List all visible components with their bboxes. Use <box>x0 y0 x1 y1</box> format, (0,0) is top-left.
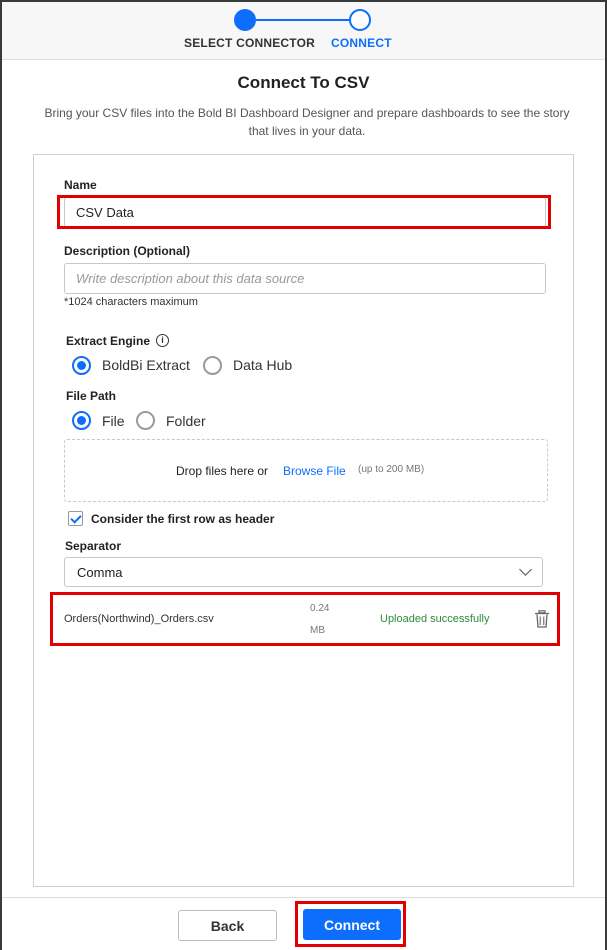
separator-dropdown[interactable]: Comma <box>64 557 543 587</box>
radio-folder-label[interactable]: Folder <box>166 413 206 429</box>
separator-label: Separator <box>65 539 122 553</box>
radio-boldbi-extract-label[interactable]: BoldBi Extract <box>102 357 190 373</box>
step-1-label[interactable]: SELECT CONNECTOR <box>184 36 315 50</box>
back-button[interactable]: Back <box>178 910 277 941</box>
highlight-name-field <box>57 195 551 229</box>
info-icon[interactable]: i <box>156 334 169 347</box>
radio-boldbi-extract[interactable] <box>72 356 91 375</box>
stepper: SELECT CONNECTOR CONNECT <box>2 2 605 60</box>
extract-engine-label: Extract Engine <box>66 334 151 348</box>
description-label: Description (Optional) <box>64 244 190 258</box>
page-title: Connect To CSV <box>237 73 370 92</box>
radio-data-hub[interactable] <box>203 356 222 375</box>
step-2-indicator <box>349 9 371 31</box>
radio-file[interactable] <box>72 411 91 430</box>
step-1-indicator <box>234 9 256 31</box>
highlight-connect-button <box>295 901 406 947</box>
connect-csv-dialog: SELECT CONNECTOR CONNECT Connect To CSV … <box>0 0 607 950</box>
page-subtitle: Bring your CSV files into the Bold BI Da… <box>44 106 570 138</box>
step-2-label: CONNECT <box>331 36 392 50</box>
radio-data-hub-label[interactable]: Data Hub <box>233 357 292 373</box>
step-connector-line <box>256 19 349 21</box>
first-row-header-checkbox[interactable] <box>68 511 83 526</box>
radio-file-label[interactable]: File <box>102 413 125 429</box>
description-hint: *1024 characters maximum <box>64 296 198 308</box>
name-label: Name <box>64 178 97 192</box>
radio-folder[interactable] <box>136 411 155 430</box>
file-path-label: File Path <box>66 389 117 403</box>
dropzone-size-limit: (up to 200 MB) <box>358 464 425 475</box>
first-row-header-label[interactable]: Consider the first row as header <box>91 512 274 526</box>
highlight-uploaded-file <box>50 592 560 646</box>
dropzone-text: Drop files here or <box>176 464 269 478</box>
browse-file-link[interactable]: Browse File <box>283 464 346 478</box>
description-input[interactable]: Write description about this data source <box>64 263 546 294</box>
